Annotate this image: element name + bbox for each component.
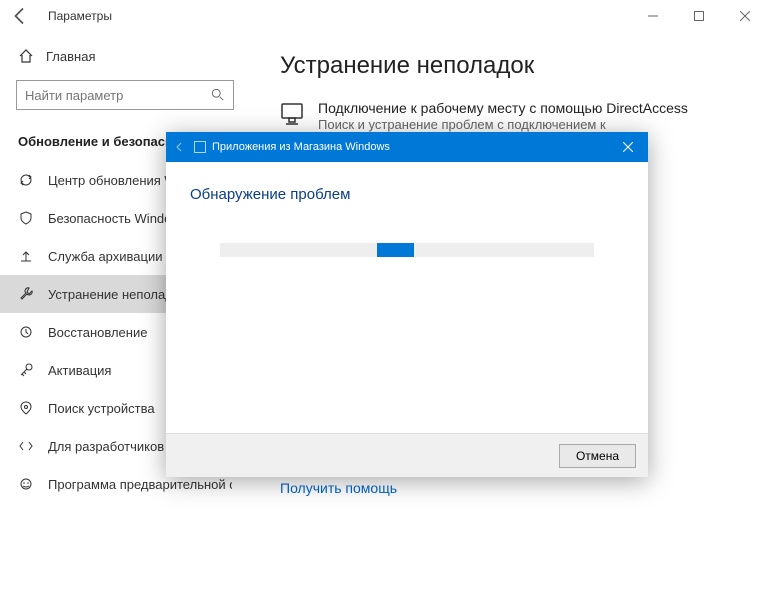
location-icon xyxy=(18,400,34,416)
dialog-title: Приложения из Магазина Windows xyxy=(212,141,390,153)
dialog-back-button[interactable] xyxy=(174,141,194,153)
monitor-icon xyxy=(280,100,304,132)
progress-bar xyxy=(220,243,594,257)
home-icon xyxy=(18,48,34,64)
sidebar-item-label: Программа предварительной оценки Windows xyxy=(48,477,232,492)
troubleshooter-dialog: Приложения из Магазина Windows Обнаружен… xyxy=(166,132,648,477)
minimize-button[interactable] xyxy=(630,0,676,32)
cancel-button[interactable]: Отмена xyxy=(559,444,636,468)
sidebar-item-label: Для разработчиков xyxy=(48,439,164,454)
close-button[interactable] xyxy=(722,0,768,32)
troubleshooter-title: Подключение к рабочему месту с помощью D… xyxy=(318,100,688,116)
app-icon xyxy=(194,141,206,153)
window-title: Параметры xyxy=(48,9,112,23)
home-link[interactable]: Главная xyxy=(0,40,250,72)
home-label: Главная xyxy=(46,49,95,64)
search-icon xyxy=(211,88,225,102)
key-icon xyxy=(18,362,34,378)
dialog-close-button[interactable] xyxy=(608,132,648,162)
wrench-icon xyxy=(18,286,34,302)
sidebar-item-label: Активация xyxy=(48,363,111,378)
help-link[interactable]: Получить помощь xyxy=(280,480,738,496)
search-field[interactable] xyxy=(25,88,211,103)
recovery-icon xyxy=(18,324,34,340)
maximize-button[interactable] xyxy=(676,0,722,32)
sidebar-item-label: Восстановление xyxy=(48,325,147,340)
backup-icon xyxy=(18,248,34,264)
sidebar-item-label: Поиск устройства xyxy=(48,401,155,416)
troubleshooter-item[interactable]: Подключение к рабочему месту с помощью D… xyxy=(280,100,738,134)
progress-indicator xyxy=(377,243,414,257)
shield-icon xyxy=(18,210,34,226)
search-input[interactable] xyxy=(16,80,234,110)
sidebar-item-label: Служба архивации xyxy=(48,249,163,264)
code-icon xyxy=(18,438,34,454)
sync-icon xyxy=(18,172,34,188)
page-title: Устранение неполадок xyxy=(280,52,738,80)
back-button[interactable] xyxy=(8,4,32,28)
dialog-heading: Обнаружение проблем xyxy=(190,186,624,203)
insider-icon xyxy=(18,476,34,492)
